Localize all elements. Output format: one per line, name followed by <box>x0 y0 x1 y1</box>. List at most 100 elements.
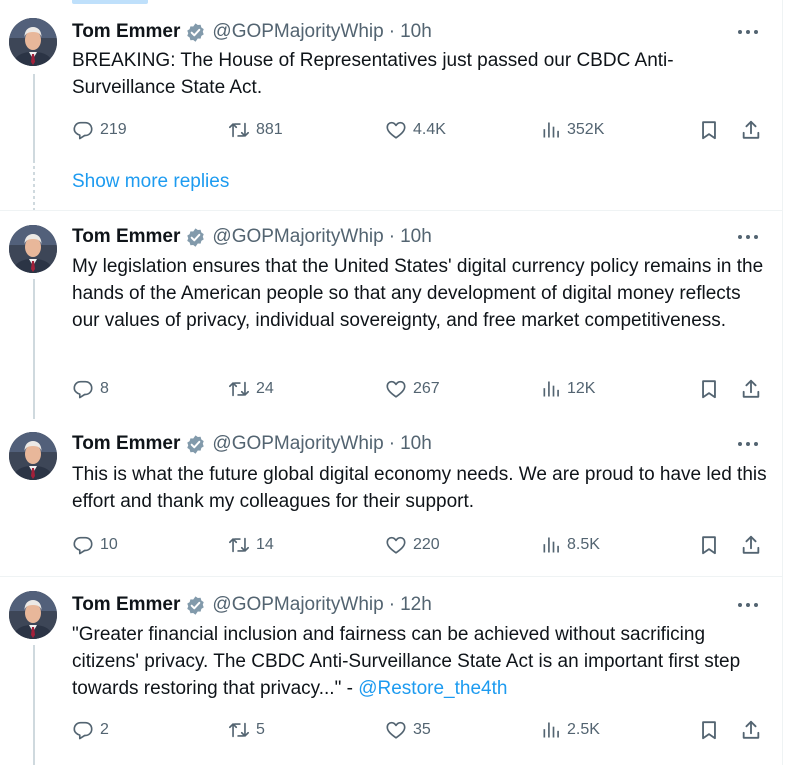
like-count: 4.4K <box>413 121 446 138</box>
avatar[interactable] <box>9 225 57 273</box>
tweet-header: Tom Emmer @GOPMajorityWhip · 10h <box>72 225 432 249</box>
tweet[interactable]: Tom Emmer @GOPMajorityWhip · 10h BREAKIN… <box>0 0 782 160</box>
reply-button[interactable]: 2 <box>72 718 109 742</box>
reply-icon <box>72 378 94 400</box>
repost-button[interactable]: 14 <box>228 533 274 557</box>
thread-gap-line <box>33 160 35 210</box>
bookmark-button[interactable] <box>698 718 720 742</box>
share-button[interactable] <box>740 533 762 557</box>
tweet-text: BREAKING: The House of Representatives j… <box>72 50 674 98</box>
bookmark-button[interactable] <box>698 533 720 557</box>
views-chart-icon <box>541 379 561 399</box>
tweet-text: This is what the future global digital e… <box>72 464 767 512</box>
author-handle[interactable]: @GOPMajorityWhip <box>212 20 383 44</box>
tweet-time[interactable]: 10h <box>400 225 432 249</box>
bookmark-icon <box>698 378 720 400</box>
reply-icon <box>72 119 94 141</box>
views-button[interactable]: 12K <box>541 377 595 401</box>
separator-dot: · <box>388 433 396 454</box>
avatar[interactable] <box>9 591 57 639</box>
author-name[interactable]: Tom Emmer <box>72 593 180 617</box>
views-button[interactable]: 8.5K <box>541 533 600 557</box>
repost-button[interactable]: 24 <box>228 377 274 401</box>
like-count: 220 <box>413 536 440 553</box>
share-button[interactable] <box>740 718 762 742</box>
bookmark-icon <box>698 534 720 556</box>
views-chart-icon <box>541 535 561 555</box>
more-options-icon[interactable] <box>735 595 761 615</box>
reply-icon <box>72 534 94 556</box>
author-name[interactable]: Tom Emmer <box>72 225 180 249</box>
repost-count: 24 <box>256 380 274 397</box>
repost-count: 14 <box>256 536 274 553</box>
more-options-icon[interactable] <box>735 227 761 247</box>
like-button[interactable]: 4.4K <box>385 118 446 142</box>
author-name[interactable]: Tom Emmer <box>72 432 180 456</box>
verified-badge-icon <box>185 227 206 248</box>
tweet[interactable]: Tom Emmer @GOPMajorityWhip · 12h "Greate… <box>0 576 782 765</box>
heart-icon <box>385 534 407 556</box>
views-button[interactable]: 352K <box>541 118 604 142</box>
repost-icon <box>228 534 250 556</box>
heart-icon <box>385 119 407 141</box>
more-options-icon[interactable] <box>735 434 761 454</box>
author-handle[interactable]: @GOPMajorityWhip <box>212 432 383 456</box>
author-name[interactable]: Tom Emmer <box>72 20 180 44</box>
views-chart-icon <box>541 120 561 140</box>
timeline-border <box>782 0 783 765</box>
reply-count: 2 <box>100 721 109 738</box>
tweet-text: "Greater financial inclusion and fairnes… <box>72 621 772 702</box>
avatar[interactable] <box>9 432 57 480</box>
share-icon <box>740 119 762 141</box>
like-button[interactable]: 220 <box>385 533 440 557</box>
verified-badge-icon <box>185 22 206 43</box>
reply-button[interactable]: 8 <box>72 377 109 401</box>
share-icon <box>740 534 762 556</box>
tweet[interactable]: Tom Emmer @GOPMajorityWhip · 10h This is… <box>0 418 782 576</box>
tweet-actions: 2 5 35 2.5K <box>72 718 772 742</box>
show-more-replies-link[interactable]: Show more replies <box>72 171 229 193</box>
repost-count: 881 <box>256 121 283 138</box>
author-handle[interactable]: @GOPMajorityWhip <box>212 593 383 617</box>
view-count: 8.5K <box>567 536 600 553</box>
views-button[interactable]: 2.5K <box>541 718 600 742</box>
view-count: 2.5K <box>567 721 600 738</box>
share-icon <box>740 378 762 400</box>
avatar[interactable] <box>9 18 57 66</box>
bookmark-button[interactable] <box>698 118 720 142</box>
view-count: 12K <box>567 380 596 397</box>
like-count: 35 <box>413 721 431 738</box>
like-button[interactable]: 267 <box>385 377 440 401</box>
tweet-time[interactable]: 10h <box>400 432 432 456</box>
bookmark-button[interactable] <box>698 377 720 401</box>
repost-icon <box>228 719 250 741</box>
heart-icon <box>385 719 407 741</box>
tweet-header: Tom Emmer @GOPMajorityWhip · 10h <box>72 20 432 44</box>
share-button[interactable] <box>740 118 762 142</box>
tweet-header: Tom Emmer @GOPMajorityWhip · 12h <box>72 593 432 617</box>
like-button[interactable]: 35 <box>385 718 431 742</box>
reply-button[interactable]: 219 <box>72 118 127 142</box>
tweet-time[interactable]: 10h <box>400 20 432 44</box>
bookmark-icon <box>698 719 720 741</box>
tweet-actions: 8 24 267 12K <box>72 377 772 401</box>
like-count: 267 <box>413 380 440 397</box>
verified-badge-icon <box>185 595 206 616</box>
repost-button[interactable]: 881 <box>228 118 283 142</box>
thread-line <box>33 279 35 419</box>
tweet[interactable]: Tom Emmer @GOPMajorityWhip · 10h My legi… <box>0 210 782 419</box>
repost-button[interactable]: 5 <box>228 718 265 742</box>
mention-link[interactable]: @Restore_the4th <box>358 678 507 699</box>
tweet-time[interactable]: 12h <box>400 593 432 617</box>
share-button[interactable] <box>740 377 762 401</box>
more-options-icon[interactable] <box>735 22 761 42</box>
view-count: 352K <box>567 121 605 138</box>
verified-badge-icon <box>185 434 206 455</box>
reply-button[interactable]: 10 <box>72 533 118 557</box>
repost-icon <box>228 119 250 141</box>
tweet-actions: 219 881 4.4K 352K <box>72 118 772 142</box>
repost-icon <box>228 378 250 400</box>
reply-count: 10 <box>100 536 118 553</box>
author-handle[interactable]: @GOPMajorityWhip <box>212 225 383 249</box>
thread-line <box>33 74 35 160</box>
